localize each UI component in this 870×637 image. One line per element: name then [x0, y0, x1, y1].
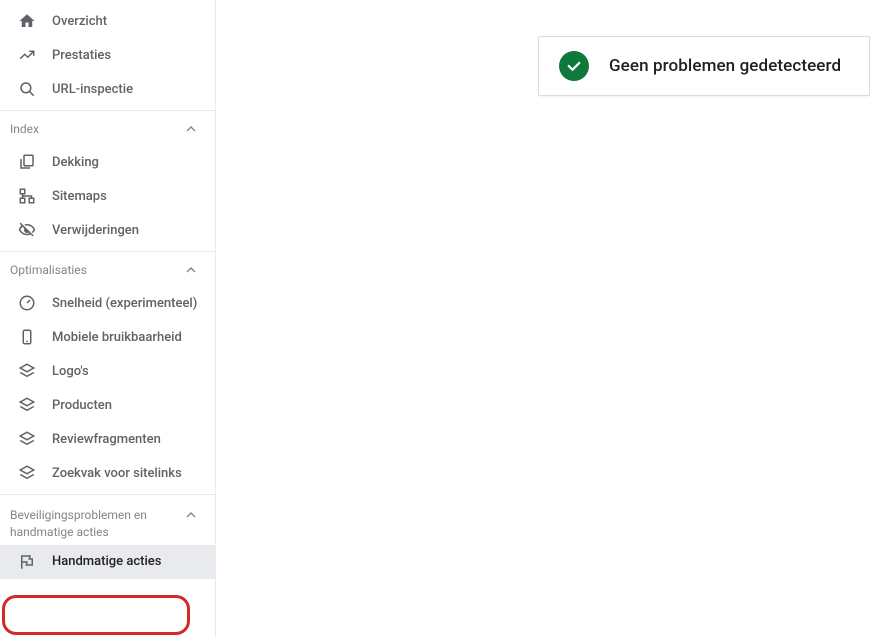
- sidebar-item-label: Dekking: [52, 155, 99, 170]
- check-circle-icon: [559, 51, 589, 81]
- sidebar-item-handmatige-acties[interactable]: Handmatige acties: [0, 545, 215, 579]
- sidebar-item-label: Overzicht: [52, 14, 107, 29]
- coverage-icon: [16, 153, 38, 171]
- sidebar-item-snelheid[interactable]: Snelheid (experimenteel): [0, 286, 215, 320]
- sidebar-item-label: Sitemaps: [52, 189, 107, 204]
- sidebar-item-url-inspectie[interactable]: URL-inspectie: [0, 72, 215, 106]
- sitemap-icon: [16, 187, 38, 205]
- visibility-off-icon: [16, 221, 38, 239]
- layers-icon: [16, 464, 38, 482]
- layers-icon: [16, 362, 38, 380]
- trending-icon: [16, 46, 38, 64]
- sidebar-item-dekking[interactable]: Dekking: [0, 145, 215, 179]
- sidebar-item-label: Handmatige acties: [52, 554, 161, 569]
- speed-icon: [16, 294, 38, 312]
- section-header-optimalisaties[interactable]: Optimalisaties: [0, 252, 215, 286]
- sidebar: Overzicht Prestaties URL-inspectie Index…: [0, 0, 216, 637]
- sidebar-item-sitemaps[interactable]: Sitemaps: [0, 179, 215, 213]
- chevron-up-icon: [183, 121, 199, 137]
- sidebar-item-label: URL-inspectie: [52, 82, 133, 97]
- section-header-beveiliging[interactable]: Beveiligingsproblemen en handmatige acti…: [0, 495, 215, 545]
- chevron-up-icon: [183, 507, 199, 523]
- sidebar-item-mobiele[interactable]: Mobiele bruikbaarheid: [0, 320, 215, 354]
- sidebar-item-reviewfragmenten[interactable]: Reviewfragmenten: [0, 422, 215, 456]
- sidebar-item-label: Zoekvak voor sitelinks: [52, 466, 182, 481]
- home-icon: [16, 12, 38, 30]
- layers-icon: [16, 430, 38, 448]
- status-message: Geen problemen gedetecteerd: [609, 56, 841, 76]
- sidebar-item-label: Logo's: [52, 364, 89, 379]
- main-content: Geen problemen gedetecteerd: [216, 0, 870, 637]
- sidebar-item-label: Producten: [52, 398, 112, 413]
- layers-icon: [16, 396, 38, 414]
- status-card: Geen problemen gedetecteerd: [538, 36, 870, 96]
- flag-icon: [16, 553, 38, 571]
- sidebar-item-producten[interactable]: Producten: [0, 388, 215, 422]
- chevron-up-icon: [183, 262, 199, 278]
- sidebar-item-prestaties[interactable]: Prestaties: [0, 38, 215, 72]
- search-icon: [16, 80, 38, 98]
- sidebar-item-label: Verwijderingen: [52, 223, 139, 238]
- sidebar-item-label: Prestaties: [52, 48, 111, 63]
- sidebar-item-logos[interactable]: Logo's: [0, 354, 215, 388]
- sidebar-item-verwijderingen[interactable]: Verwijderingen: [0, 213, 215, 247]
- sidebar-item-overzicht[interactable]: Overzicht: [0, 4, 215, 38]
- mobile-icon: [16, 328, 38, 346]
- sidebar-item-label: Reviewfragmenten: [52, 432, 161, 447]
- sidebar-item-label: Snelheid (experimenteel): [52, 296, 197, 311]
- highlight-annotation: [2, 595, 190, 635]
- section-header-index[interactable]: Index: [0, 111, 215, 145]
- sidebar-item-label: Mobiele bruikbaarheid: [52, 330, 182, 345]
- sidebar-item-zoekvak[interactable]: Zoekvak voor sitelinks: [0, 456, 215, 490]
